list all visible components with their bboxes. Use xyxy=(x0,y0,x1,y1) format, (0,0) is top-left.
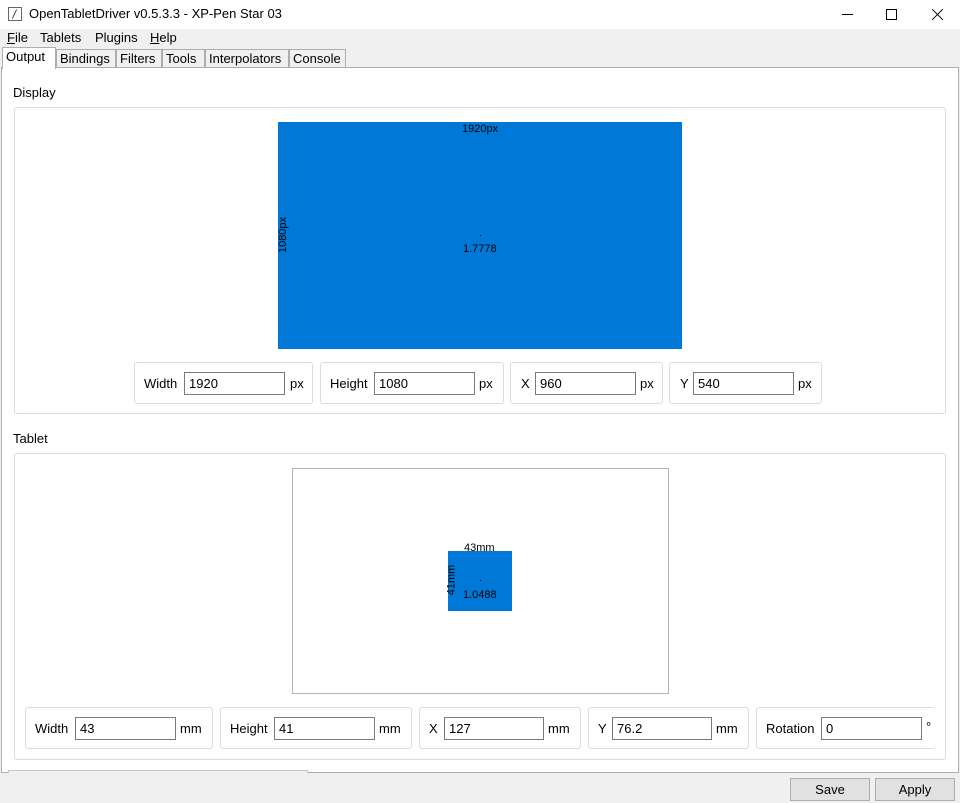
tablet-x-group: X mm xyxy=(419,707,581,749)
display-height-unit: px xyxy=(479,376,493,391)
tablet-width-label: 43mm xyxy=(464,542,495,554)
close-icon xyxy=(931,8,944,21)
display-height-label-text: Height xyxy=(330,376,368,391)
tab-console[interactable]: Console xyxy=(289,49,346,68)
tablet-area[interactable] xyxy=(448,551,512,611)
display-height-group: Height px xyxy=(320,362,504,404)
display-y-input[interactable] xyxy=(693,372,794,395)
tab-bindings[interactable]: Bindings xyxy=(56,49,116,68)
menu-tablets[interactable]: Tablets xyxy=(40,30,81,45)
display-width-label: 1920px xyxy=(462,123,499,135)
tablet-width-group: Width mm xyxy=(25,707,213,749)
display-width-unit: px xyxy=(290,376,304,391)
display-x-input[interactable] xyxy=(535,372,636,395)
display-width-label-text: Width xyxy=(144,376,178,391)
menu-plugins[interactable]: Plugins xyxy=(95,30,138,45)
menu-file[interactable]: File xyxy=(7,30,28,45)
tablet-x-label-text: X xyxy=(429,721,438,736)
display-height-input[interactable] xyxy=(374,372,475,395)
maximize-icon xyxy=(885,9,897,20)
tab-strip: Output Bindings Filters Tools Interpolat… xyxy=(0,47,960,69)
title-bar: OpenTabletDriver v0.5.3.3 - XP-Pen Star … xyxy=(0,0,960,29)
tablet-width-unit: mm xyxy=(180,721,202,736)
display-aspect-label: 1.7778 xyxy=(463,243,497,255)
horizontal-scrollbar[interactable] xyxy=(8,770,308,773)
tablet-rotation-label-text: Rotation xyxy=(766,721,815,736)
display-x-group: X px xyxy=(510,362,663,404)
tablet-height-unit: mm xyxy=(379,721,401,736)
app-icon xyxy=(8,7,22,21)
tablet-height-input[interactable] xyxy=(274,717,375,740)
tablet-y-group: Y mm xyxy=(588,707,749,749)
tablet-rotation-input[interactable] xyxy=(821,717,922,740)
window-title: OpenTabletDriver v0.5.3.3 - XP-Pen Star … xyxy=(29,6,282,21)
tablet-y-label-text: Y xyxy=(598,721,607,736)
maximize-button[interactable] xyxy=(868,0,914,29)
tablet-height-label-text: Height xyxy=(230,721,268,736)
tablet-rotation-group: Rotation ° xyxy=(756,707,936,749)
close-button[interactable] xyxy=(914,0,960,29)
tablet-x-unit: mm xyxy=(548,721,570,736)
display-x-label-text: X xyxy=(521,376,530,391)
menu-bar: File Tablets Plugins Help xyxy=(0,29,960,47)
tablet-height-label: 41mm xyxy=(445,564,458,596)
minimize-button[interactable] xyxy=(824,0,870,29)
tablet-aspect-label: 1.0488 xyxy=(463,589,497,601)
tablet-y-unit: mm xyxy=(716,721,738,736)
tablet-section-title: Tablet xyxy=(13,431,48,446)
display-width-group: Width px xyxy=(134,362,313,404)
minimize-icon xyxy=(841,14,853,15)
save-button[interactable]: Save xyxy=(790,778,870,801)
display-x-unit: px xyxy=(640,376,654,391)
tablet-center-dot xyxy=(480,580,481,581)
display-width-input[interactable] xyxy=(184,372,285,395)
tablet-y-input[interactable] xyxy=(612,717,712,740)
tab-interpolators[interactable]: Interpolators xyxy=(205,49,289,68)
apply-button[interactable]: Apply xyxy=(875,778,955,801)
menu-help[interactable]: Help xyxy=(150,30,177,45)
tablet-height-group: Height mm xyxy=(220,707,412,749)
display-section-title: Display xyxy=(13,85,56,100)
display-y-unit: px xyxy=(798,376,812,391)
tab-filters[interactable]: Filters xyxy=(116,49,162,68)
display-y-label-text: Y xyxy=(680,376,689,391)
display-height-label: 1080px xyxy=(277,216,290,254)
display-center-dot xyxy=(480,235,481,236)
tablet-x-input[interactable] xyxy=(444,717,544,740)
display-y-group: Y px xyxy=(669,362,822,404)
tablet-rotation-unit: ° xyxy=(926,719,932,734)
tablet-width-input[interactable] xyxy=(75,717,176,740)
tablet-width-label-text: Width xyxy=(35,721,69,736)
tab-output[interactable]: Output xyxy=(2,47,56,69)
tab-tools[interactable]: Tools xyxy=(162,49,205,68)
